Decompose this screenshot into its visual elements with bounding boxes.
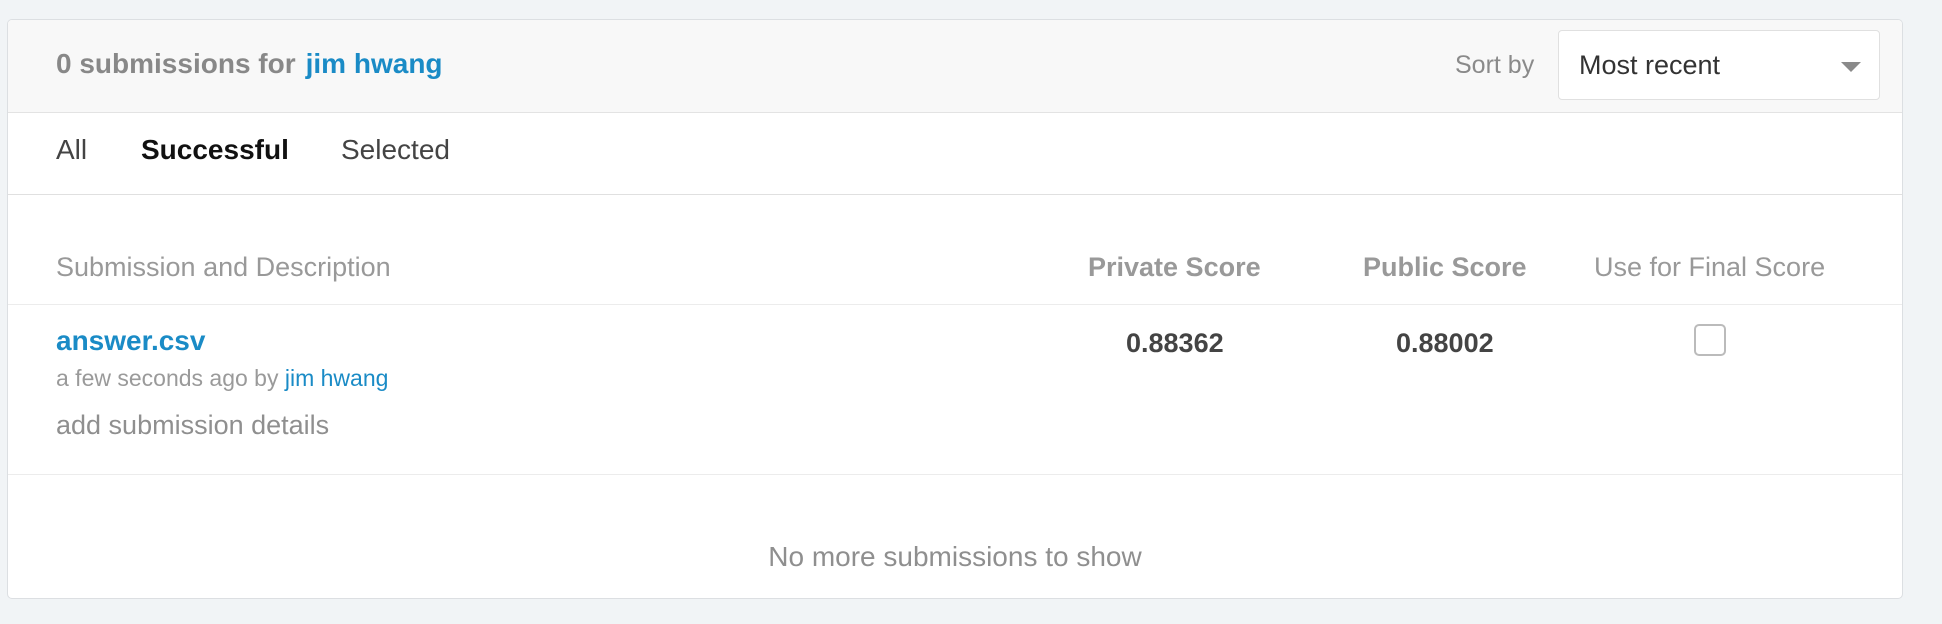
submission-user-link[interactable]: jim hwang (285, 365, 389, 391)
submission-count: 0 submissions for (56, 48, 296, 79)
column-submission: Submission and Description (56, 252, 391, 282)
chevron-down-icon (1841, 62, 1861, 72)
filter-tabs: All Successful Selected (8, 113, 1902, 195)
submissions-title: 0 submissions for jim hwang (56, 48, 443, 80)
add-details-link[interactable]: add submission details (56, 410, 329, 441)
tab-selected[interactable]: Selected (341, 134, 450, 166)
final-score-checkbox[interactable] (1694, 324, 1726, 356)
submissions-panel: 0 submissions for jim hwang Sort by Most … (7, 19, 1903, 599)
sort-dropdown[interactable]: Most recent (1558, 30, 1880, 100)
submission-time: a few seconds ago by (56, 365, 279, 391)
submissions-header: 0 submissions for jim hwang Sort by Most … (8, 20, 1902, 113)
column-public-score: Public Score (1363, 252, 1527, 282)
table-row: answer.csv a few seconds ago by jim hwan… (8, 305, 1902, 475)
table-header: Submission and Description Private Score… (8, 195, 1902, 305)
sort-label: Sort by (1455, 51, 1535, 79)
column-private-score: Private Score (1088, 252, 1261, 282)
tab-all[interactable]: All (56, 134, 87, 166)
public-score: 0.88002 (1396, 328, 1494, 358)
submission-file-link[interactable]: answer.csv (56, 325, 205, 357)
column-use-for-final: Use for Final Score (1594, 252, 1826, 282)
sort-value: Most recent (1579, 50, 1721, 80)
submission-meta: a few seconds ago by jim hwang (56, 365, 388, 392)
no-more-submissions-message: No more submissions to show (768, 541, 1142, 572)
tab-successful[interactable]: Successful (141, 134, 289, 166)
header-user-link[interactable]: jim hwang (306, 48, 443, 79)
private-score: 0.88362 (1126, 328, 1224, 358)
